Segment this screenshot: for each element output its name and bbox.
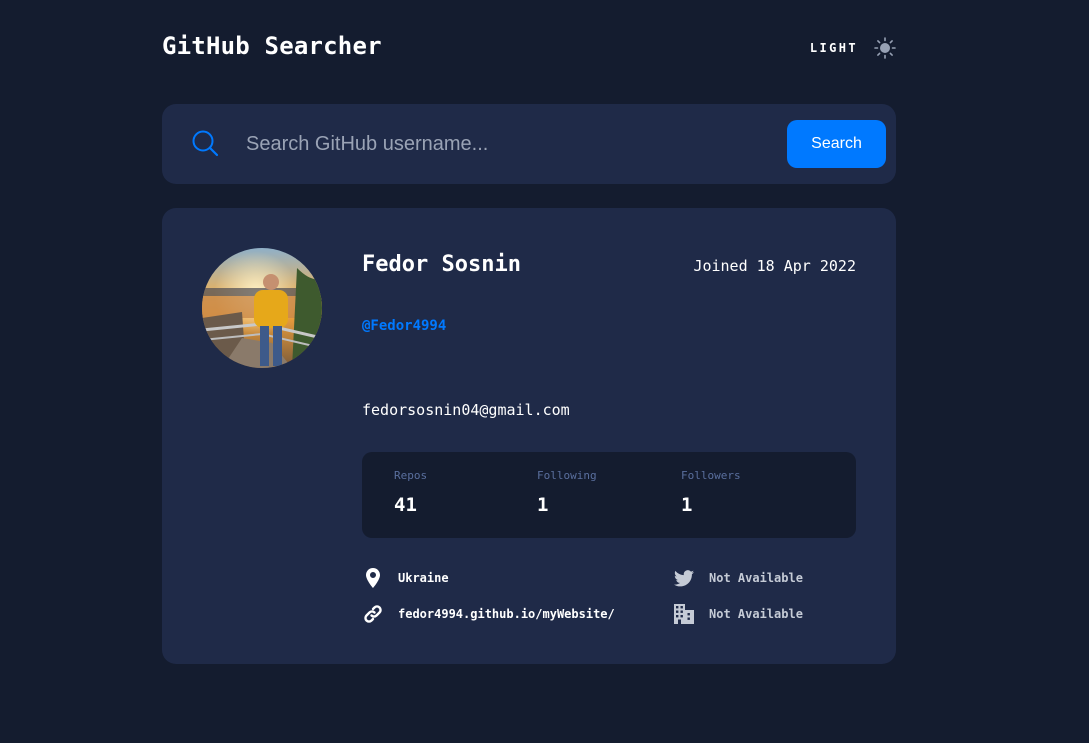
link-icon	[362, 603, 384, 625]
header: GitHub Searcher LIGHT	[162, 30, 896, 66]
company-text: Not Available	[709, 607, 803, 621]
stat-followers: Followers 1	[681, 469, 741, 516]
stat-following-label: Following	[537, 469, 597, 482]
company-building-icon	[673, 603, 695, 625]
blog-link[interactable]: fedor4994.github.io/myWebsite/	[398, 607, 615, 621]
search-bar: Search	[162, 104, 896, 184]
user-login-link[interactable]: @Fedor4994	[362, 318, 446, 334]
stat-followers-label: Followers	[681, 469, 741, 482]
page: GitHub Searcher LIGHT Search GitHub user…	[0, 0, 1089, 743]
stat-following: Following 1	[537, 469, 597, 516]
location-text: Ukraine	[398, 571, 449, 585]
blog-row: fedor4994.github.io/myWebsite/	[362, 603, 615, 625]
search-input[interactable]	[246, 124, 766, 164]
twitter-row: Not Available	[673, 567, 803, 589]
stats-box: Repos 41 Following 1 Followers 1	[362, 452, 856, 538]
search-icon	[192, 130, 219, 157]
search-button[interactable]: Search	[787, 120, 886, 168]
theme-toggle-label: LIGHT	[809, 41, 858, 55]
twitter-text: Not Available	[709, 571, 803, 585]
avatar-photo	[202, 248, 322, 368]
location-row: Ukraine	[362, 567, 449, 589]
stat-repos: Repos 41	[394, 469, 427, 516]
location-pin-icon	[362, 567, 384, 589]
sun-icon	[874, 37, 896, 59]
avatar	[202, 248, 322, 368]
stat-followers-value: 1	[681, 494, 693, 516]
theme-toggle-button[interactable]: LIGHT	[810, 36, 896, 60]
user-name: Fedor Sosnin	[362, 252, 521, 277]
profile-card: Fedor Sosnin Joined 18 Apr 2022 @Fedor49…	[162, 208, 896, 664]
join-date: Joined 18 Apr 2022	[693, 257, 856, 275]
stat-repos-value: 41	[394, 494, 417, 516]
stat-following-value: 1	[537, 494, 549, 516]
user-email: fedorsosnin04@gmail.com	[362, 401, 570, 419]
stat-repos-label: Repos	[394, 469, 428, 482]
company-row: Not Available	[673, 603, 803, 625]
app-title: GitHub Searcher	[162, 32, 382, 60]
twitter-icon	[673, 567, 695, 589]
